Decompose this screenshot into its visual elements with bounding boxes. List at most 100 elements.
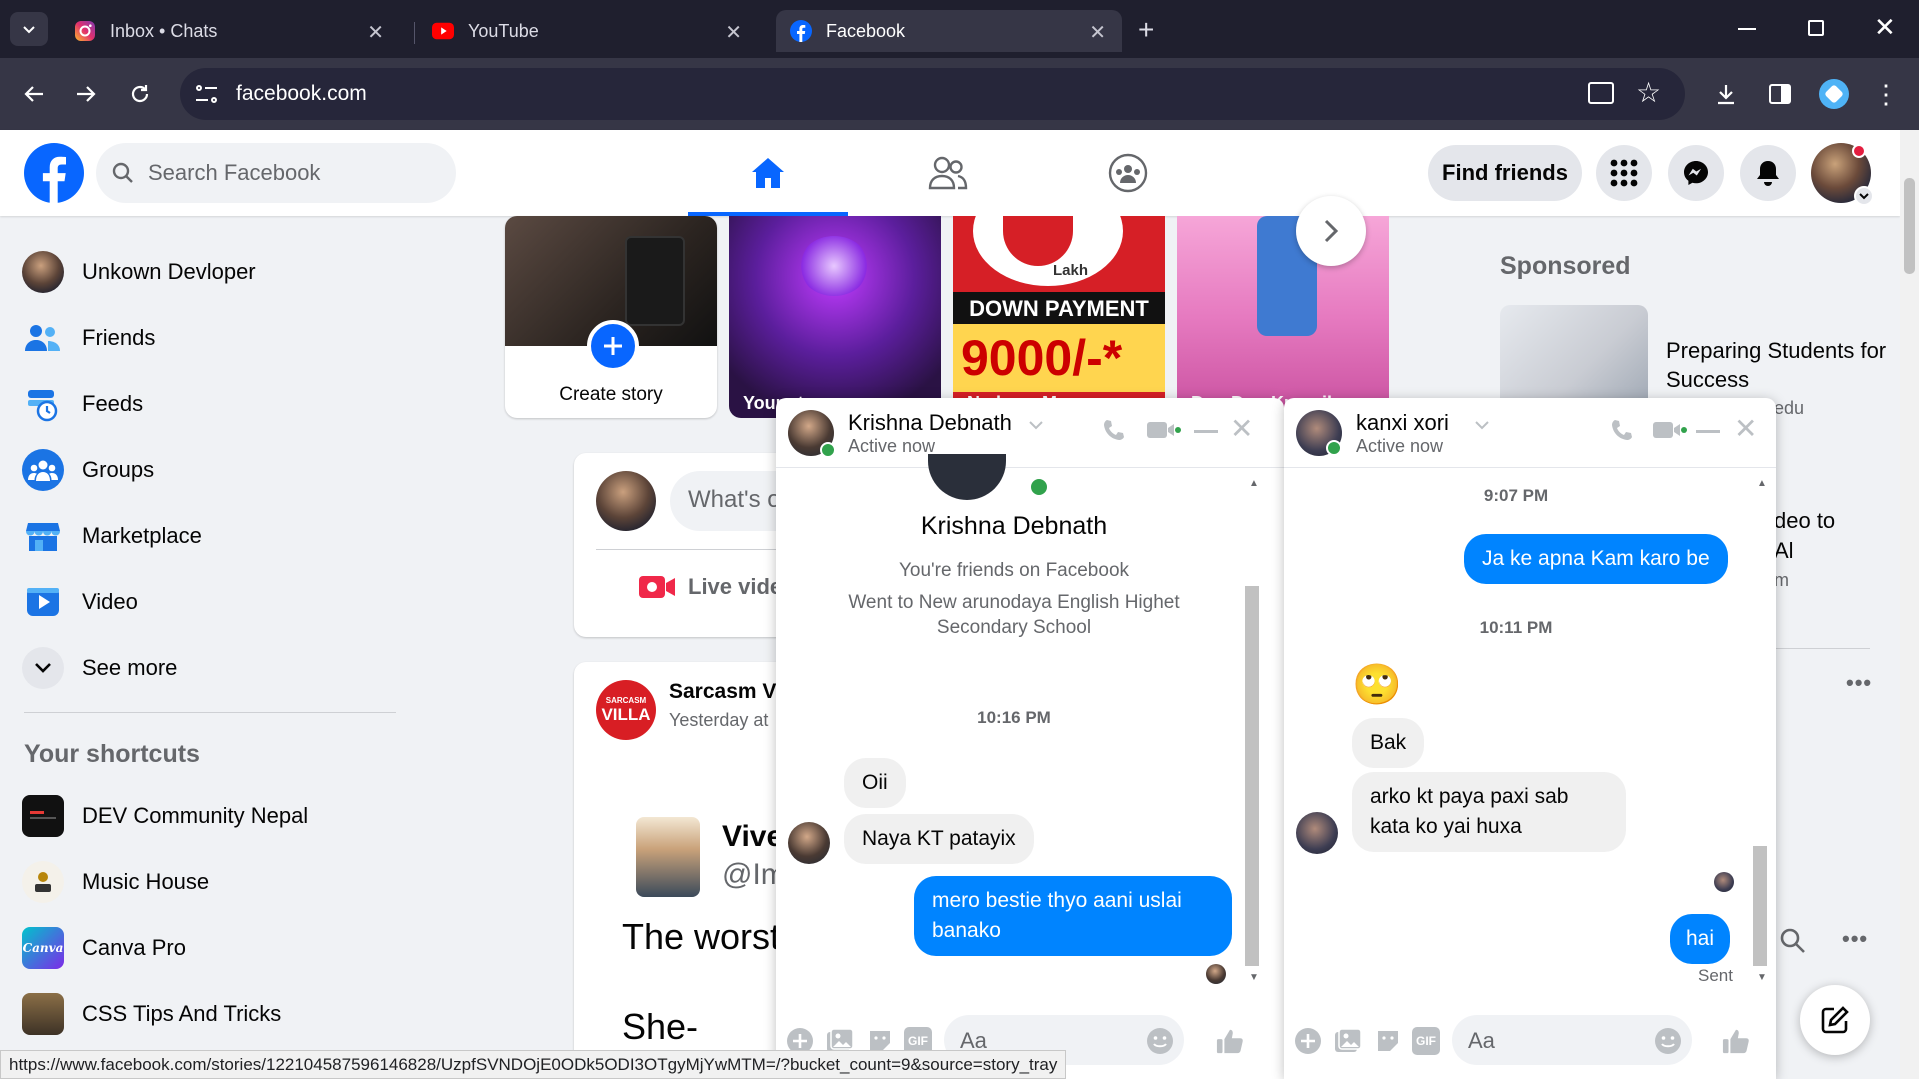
bookmark-star-icon[interactable]: ☆	[1636, 76, 1661, 109]
chat-scrollbar[interactable]: ▲ ▼	[1242, 476, 1262, 986]
address-bar[interactable]: facebook.com ☆	[180, 68, 1685, 120]
like-thumb-icon[interactable]	[1216, 1027, 1244, 1055]
restore-window-icon[interactable]	[1808, 20, 1824, 36]
close-chat-icon[interactable]: ✕	[1230, 412, 1253, 445]
see-more-button[interactable]: See more	[22, 638, 177, 698]
create-story-card[interactable]: Create story	[505, 216, 717, 418]
page-scrollbar[interactable]	[1900, 130, 1919, 1079]
ad2-title[interactable]: deo to	[1774, 508, 1835, 534]
message-incoming[interactable]: arko kt paya paxi sab kata ko yai huxa	[1352, 772, 1626, 852]
scrollbar-thumb[interactable]	[1904, 178, 1915, 274]
close-tab-icon[interactable]: ✕	[1089, 20, 1106, 45]
tab-youtube[interactable]: YouTube ✕	[418, 10, 758, 52]
sidebar-item-marketplace[interactable]: Marketplace	[22, 506, 202, 566]
browser-menu-icon[interactable]: ⋮	[1868, 76, 1904, 112]
close-tab-icon[interactable]: ✕	[367, 20, 384, 45]
tab-instagram[interactable]: Inbox • Chats ✕	[60, 10, 400, 52]
post-timestamp[interactable]: Yesterday at	[669, 710, 768, 731]
tab-title: YouTube	[468, 20, 539, 41]
profile-icon[interactable]	[1816, 76, 1852, 112]
chat-scrollbar-thumb[interactable]	[1245, 586, 1259, 966]
tab-search-button[interactable]	[10, 12, 48, 46]
messenger-button[interactable]	[1668, 145, 1724, 201]
close-chat-icon[interactable]: ✕	[1734, 412, 1757, 445]
find-friends-button[interactable]: Find friends	[1428, 145, 1582, 201]
emoji-icon[interactable]	[1654, 1027, 1682, 1055]
add-attachment-icon[interactable]	[1294, 1027, 1322, 1055]
compose-icon	[1821, 1006, 1849, 1034]
shortcut-music-house[interactable]: Music House	[22, 852, 209, 912]
forward-icon[interactable]	[66, 74, 106, 114]
sidebar-item-profile[interactable]: Unkown Devloper	[22, 242, 256, 302]
page-logo[interactable]: SARCASM VILLA	[596, 680, 656, 740]
story-card-nadeem-memon[interactable]: Lakh DOWN PAYMENT 9000/-* Nadeem Memon	[953, 216, 1165, 418]
feeds-icon	[22, 383, 64, 425]
sidebar-divider	[24, 712, 396, 713]
install-app-icon[interactable]	[1588, 82, 1614, 104]
gif-icon[interactable]: GIF	[1412, 1027, 1440, 1055]
nav-groups-tab[interactable]	[1048, 130, 1208, 216]
more-options-icon[interactable]: •••	[1846, 670, 1872, 696]
close-window-icon[interactable]: ✕	[1874, 12, 1896, 43]
sticker-icon[interactable]	[1374, 1027, 1402, 1055]
minimize-window-icon[interactable]	[1738, 28, 1756, 30]
post-page-name[interactable]: Sarcasm Vi	[669, 680, 782, 704]
reload-icon[interactable]	[120, 74, 160, 114]
chat-contact-name[interactable]: Krishna Debnath	[848, 410, 1012, 436]
chat-scrollbar-thumb[interactable]	[1753, 846, 1767, 966]
message-incoming[interactable]: Oii	[844, 758, 906, 808]
chat-options-chevron-icon[interactable]	[1474, 420, 1490, 430]
contacts-options-icon[interactable]: •••	[1842, 926, 1868, 952]
notifications-button[interactable]	[1740, 145, 1796, 201]
account-chevron-icon[interactable]	[1854, 186, 1874, 206]
downloads-icon[interactable]	[1708, 76, 1744, 112]
shortcut-canva-pro[interactable]: Canva Canva Pro	[22, 918, 186, 978]
message-incoming[interactable]: Bak	[1352, 718, 1425, 768]
stories-next-button[interactable]	[1296, 196, 1366, 266]
message-emoji[interactable]: 🙄	[1352, 662, 1402, 708]
site-info-icon[interactable]	[196, 82, 220, 106]
video-call-icon[interactable]	[1652, 420, 1688, 440]
live-video-button[interactable]: Live vide	[638, 573, 782, 601]
message-outgoing[interactable]: Ja ke apna Kam karo be	[1464, 534, 1728, 584]
chat-options-chevron-icon[interactable]	[1028, 420, 1044, 430]
friends-note: You're friends on Facebook	[898, 560, 1130, 581]
new-message-button[interactable]	[1800, 985, 1870, 1055]
shortcut-dev-community-nepal[interactable]: DEV Community Nepal	[22, 786, 308, 846]
new-tab-button[interactable]: +	[1138, 14, 1154, 46]
search-input[interactable]: Search Facebook	[96, 143, 456, 203]
nav-friends-tab[interactable]	[868, 130, 1028, 216]
back-icon[interactable]	[14, 74, 54, 114]
voice-call-icon[interactable]	[1102, 418, 1126, 442]
sidebar-item-feeds[interactable]: Feeds	[22, 374, 143, 434]
chat-scrollbar[interactable]: ▲ ▼	[1750, 476, 1770, 986]
sidebar-item-friends[interactable]: Friends	[22, 308, 155, 368]
video-call-icon[interactable]	[1146, 420, 1182, 440]
like-thumb-icon[interactable]	[1722, 1027, 1750, 1055]
close-tab-icon[interactable]: ✕	[725, 20, 742, 45]
message-outgoing[interactable]: hai	[1670, 914, 1731, 964]
contacts-search-icon[interactable]	[1780, 928, 1806, 954]
online-indicator	[1028, 476, 1050, 498]
voice-call-icon[interactable]	[1610, 418, 1634, 442]
minimize-chat-icon[interactable]	[1194, 430, 1218, 433]
shortcut-css-tips[interactable]: CSS Tips And Tricks	[22, 984, 281, 1044]
music-house-logo	[22, 861, 64, 903]
message-incoming[interactable]: Naya KT patayix	[844, 814, 1034, 864]
emoji-icon[interactable]	[1146, 1027, 1174, 1055]
photo-icon[interactable]	[1334, 1027, 1362, 1055]
menu-grid-button[interactable]	[1596, 145, 1652, 201]
nav-home-tab[interactable]	[688, 130, 848, 216]
tab-facebook[interactable]: Facebook ✕	[776, 10, 1122, 52]
sidebar-item-video[interactable]: Video	[22, 572, 138, 632]
facebook-logo-icon[interactable]	[24, 143, 84, 203]
side-panel-icon[interactable]	[1762, 76, 1798, 112]
chat-contact-name[interactable]: kanxi xori	[1356, 410, 1449, 436]
sidebar-item-groups[interactable]: Groups	[22, 440, 154, 500]
message-outgoing[interactable]: mero bestie thyo aani uslai banako	[914, 876, 1232, 956]
messenger-icon	[1684, 161, 1708, 185]
minimize-chat-icon[interactable]	[1696, 430, 1720, 433]
add-story-icon[interactable]	[587, 320, 639, 372]
ad-title[interactable]: Preparing Students for Success	[1666, 336, 1896, 394]
story-card-your-story[interactable]: Your story	[729, 216, 941, 418]
